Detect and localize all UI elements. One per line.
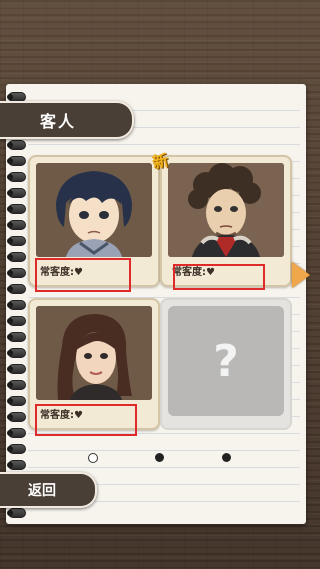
highlight-box-afro	[173, 264, 265, 290]
highlight-box-boy	[35, 258, 131, 292]
highlight-box-woman	[35, 404, 137, 436]
spiral-ring	[7, 284, 26, 294]
locked-customer-slot: ?	[160, 298, 292, 430]
spiral-ring	[7, 444, 26, 454]
question-mark-icon: ?	[168, 306, 284, 416]
back-button[interactable]: 返回	[0, 472, 97, 508]
spiral-ring	[7, 332, 26, 342]
spiral-ring	[7, 204, 26, 214]
spiral-ring	[7, 252, 26, 262]
spiral-binding	[6, 84, 26, 524]
spiral-ring	[7, 236, 26, 246]
spiral-ring	[7, 348, 26, 358]
spiral-ring	[7, 188, 26, 198]
customer-portrait-afro	[168, 163, 284, 257]
spiral-ring	[7, 380, 26, 390]
customer-portrait-boy	[36, 163, 152, 257]
spiral-ring	[7, 300, 26, 310]
next-page-arrow-icon[interactable]	[292, 262, 310, 288]
spiral-ring	[7, 140, 26, 150]
spiral-ring	[7, 156, 26, 166]
spiral-ring	[7, 364, 26, 374]
spiral-ring	[7, 172, 26, 182]
customer-portrait-woman	[36, 306, 152, 400]
spiral-ring	[7, 396, 26, 406]
spiral-ring	[7, 428, 26, 438]
spiral-ring	[7, 316, 26, 326]
page-dot-2[interactable]	[155, 453, 164, 462]
page-dot-1-active[interactable]	[88, 453, 98, 463]
page-dot-3[interactable]	[222, 453, 231, 462]
title-tab: 客人	[0, 101, 134, 139]
spiral-ring	[7, 412, 26, 422]
spiral-ring	[7, 268, 26, 278]
page-title: 客人	[40, 112, 77, 131]
back-button-label: 返回	[28, 483, 56, 499]
spiral-ring	[7, 508, 26, 518]
spiral-ring	[7, 220, 26, 230]
spiral-ring	[7, 460, 26, 470]
